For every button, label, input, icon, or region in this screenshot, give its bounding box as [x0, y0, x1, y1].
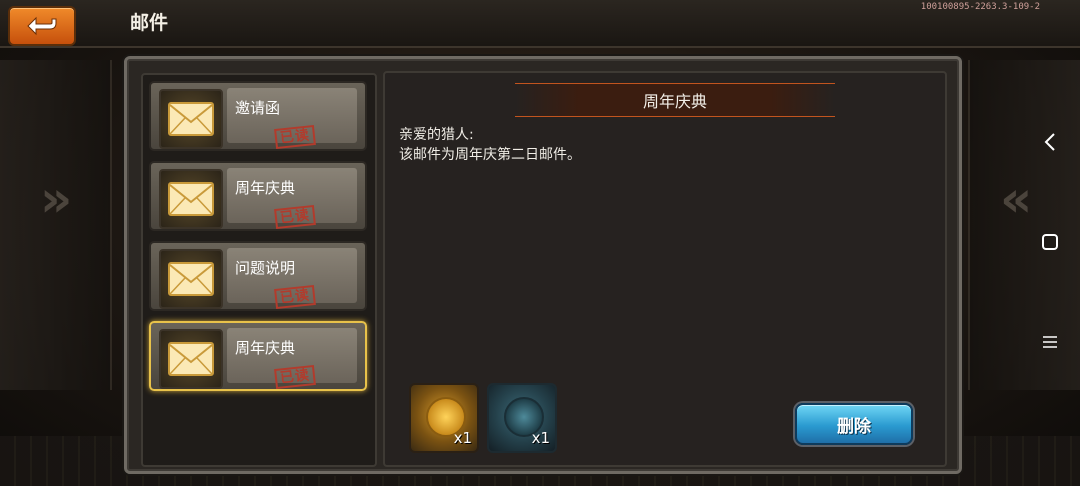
- mail-list-item-selected[interactable]: 周年庆典 已读: [149, 321, 367, 391]
- reward-item[interactable]: x1: [409, 383, 479, 453]
- mail-list-item[interactable]: 邀请函 已读: [149, 81, 367, 151]
- back-button[interactable]: [8, 6, 76, 46]
- background-chevron-icon: «: [1000, 170, 1033, 228]
- mail-list-item[interactable]: 周年庆典 已读: [149, 161, 367, 231]
- read-stamp: 已读: [274, 364, 316, 390]
- version-text: 100100895-2263.3-109-2: [920, 2, 1040, 12]
- read-stamp: 已读: [274, 284, 316, 310]
- mail-window: 邀请函 已读 周年庆典 已读 问题说明 已读 周年庆典 已读 周年庆典 亲爱的猎…: [124, 56, 962, 474]
- mail-content: 周年庆典 亲爱的猎人: 该邮件为周年庆第二日邮件。 x1 x1 删除: [383, 71, 947, 467]
- delete-button-label: 删除: [837, 416, 871, 437]
- mail-body-line: 该邮件为周年庆第二日邮件。: [399, 147, 581, 163]
- nav-menu-icon[interactable]: [1040, 332, 1060, 352]
- mail-body-line: 亲爱的猎人:: [399, 127, 474, 143]
- envelope-icon: [159, 249, 223, 309]
- mail-item-label: 周年庆典: [235, 339, 296, 357]
- reward-quantity: x1: [531, 429, 550, 447]
- reward-quantity: x1: [453, 429, 472, 447]
- mail-title: 周年庆典: [642, 92, 707, 111]
- envelope-icon: [159, 329, 223, 389]
- nav-back-icon[interactable]: [1040, 132, 1060, 152]
- mail-item-label: 问题说明: [235, 259, 296, 277]
- envelope-icon: [159, 89, 223, 149]
- reward-item[interactable]: x1: [487, 383, 557, 453]
- read-stamp: 已读: [274, 124, 316, 150]
- background-chevron-icon: »: [40, 170, 73, 228]
- back-arrow-icon: [27, 16, 57, 36]
- read-stamp: 已读: [274, 204, 316, 230]
- nav-home-icon[interactable]: [1040, 232, 1060, 252]
- mail-list: 邀请函 已读 周年庆典 已读 问题说明 已读 周年庆典 已读: [141, 73, 377, 467]
- top-bar: 邮件 100100895-2263.3-109-2: [0, 0, 1080, 48]
- envelope-icon: [159, 169, 223, 229]
- mail-item-label: 周年庆典: [235, 179, 296, 197]
- delete-button[interactable]: 删除: [795, 403, 913, 445]
- mail-list-item[interactable]: 问题说明 已读: [149, 241, 367, 311]
- mail-item-label: 邀请函: [235, 99, 281, 117]
- mail-title-bar: 周年庆典: [515, 83, 835, 117]
- mail-body: 亲爱的猎人: 该邮件为周年庆第二日邮件。: [399, 125, 581, 165]
- page-title: 邮件: [130, 12, 169, 34]
